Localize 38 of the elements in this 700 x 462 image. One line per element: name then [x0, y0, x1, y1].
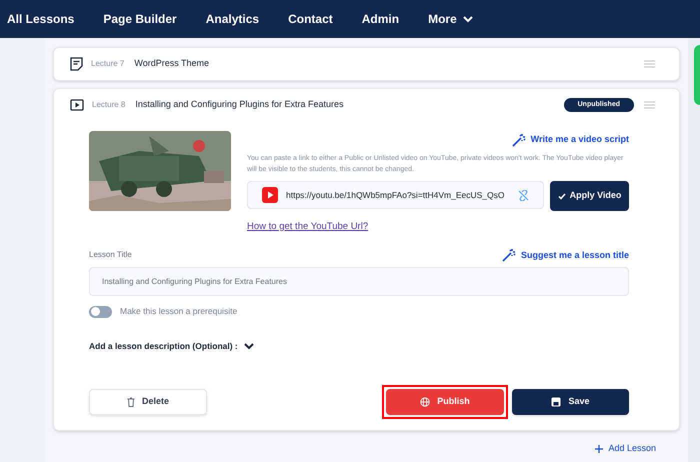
- nav-link[interactable]: Contact: [288, 10, 333, 28]
- magic-wand-icon: [512, 133, 526, 147]
- url-field[interactable]: https://youtu.be/1hQWb5mpFAo?si=ttH4Vm_EecUS_QsO: [247, 181, 544, 209]
- lesson-title-field[interactable]: Installing and Configuring Plugins for Extra Features: [89, 267, 629, 296]
- delete-button[interactable]: Delete: [89, 388, 207, 415]
- nav-link[interactable]: All Lessons: [7, 10, 74, 28]
- publish-button[interactable]: Publish: [386, 388, 504, 415]
- lecture-title: Installing and Configuring Plugins for Extra Features: [135, 98, 344, 112]
- nav-link[interactable]: Page Builder: [103, 10, 177, 28]
- drag-handle-icon[interactable]: [644, 101, 655, 109]
- write-script-link[interactable]: Write me a video script: [512, 133, 629, 147]
- nav-link[interactable]: Analytics: [206, 10, 260, 28]
- description-toggle[interactable]: Add a lesson description (Optional) :: [89, 340, 629, 353]
- chevron-down-icon: [244, 342, 254, 350]
- note-icon: [70, 57, 83, 71]
- suggest-title-link[interactable]: Suggest me a lesson title: [502, 248, 629, 262]
- play-logo-icon: [262, 187, 278, 203]
- add-lesson-link[interactable]: Add Lesson: [595, 442, 656, 456]
- drag-handle-icon[interactable]: [644, 60, 655, 68]
- lecture-number: Lecture 7: [91, 58, 124, 70]
- prerequisite-label: Make this lesson a prerequisite: [120, 305, 238, 318]
- plus-icon: [595, 444, 604, 452]
- nav-link[interactable]: More: [428, 10, 473, 28]
- trash-icon: [126, 396, 135, 407]
- unlink-icon[interactable]: [518, 190, 529, 200]
- nav-link[interactable]: Admin: [362, 10, 400, 28]
- toggle-switch[interactable]: [89, 306, 112, 318]
- apply-video-button[interactable]: Apply Video: [550, 181, 629, 211]
- field-label: Lesson Title: [89, 249, 132, 262]
- lecture-title: WordPress Theme: [134, 57, 210, 70]
- magic-wand-icon: [502, 248, 516, 262]
- checkmark-icon: [558, 192, 566, 200]
- lecture-number: Lecture 8: [92, 99, 126, 111]
- save-button[interactable]: Save: [512, 388, 629, 415]
- video-icon: [70, 99, 84, 111]
- globe-icon: [420, 396, 430, 407]
- side-tab[interactable]: [694, 45, 700, 105]
- howto-link[interactable]: How to get the YouTube Url?: [247, 220, 368, 234]
